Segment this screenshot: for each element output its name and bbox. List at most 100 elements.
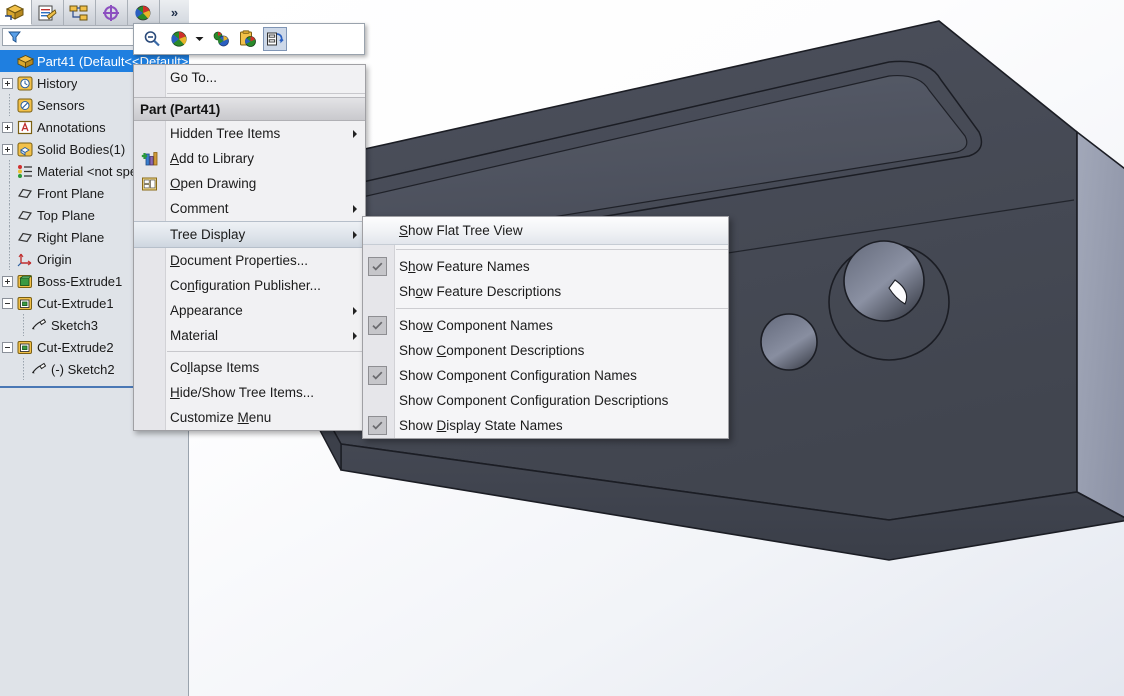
history-clock-icon (16, 75, 34, 91)
filter-funnel-icon (6, 30, 22, 44)
appearance-dropdown-arrow[interactable] (194, 28, 205, 50)
feature-manager-tab[interactable] (0, 0, 32, 25)
open-drawing-icon (140, 175, 158, 193)
tree-collapse-toggle[interactable] (2, 341, 13, 353)
menu-item-label: Document Properties... (170, 253, 309, 268)
tree-item-label: Top Plane (37, 207, 95, 223)
menu-header-label: Part (Part41) (140, 101, 221, 117)
tree-expand-toggle[interactable] (2, 275, 13, 287)
menu-item-customize-menu[interactable]: Customize Menu (134, 405, 365, 430)
small-spheres-icon (213, 31, 229, 47)
tree-connector (2, 204, 16, 226)
checkbox-checked[interactable] (368, 416, 387, 435)
solid-bodies-icon (16, 141, 34, 157)
menu-item-comment[interactable]: Comment (134, 196, 365, 221)
tree-item-label: Sketch3 (51, 317, 98, 333)
tree-item-label: Solid Bodies(1) (37, 141, 126, 157)
submenu-separator (396, 249, 728, 250)
magnifier-minus-icon (144, 31, 160, 47)
cut-extrude-icon (16, 295, 34, 311)
tree-item-label: Front Plane (37, 185, 105, 201)
rollback-button[interactable] (263, 27, 287, 51)
menu-header-part: Part (Part41) (134, 97, 365, 121)
appearance-button[interactable] (167, 27, 191, 51)
dimxpert-manager-tab[interactable] (95, 0, 128, 25)
tree-connector (2, 160, 16, 182)
submenu-item-show-component-descriptions[interactable]: Show Component Descriptions (363, 338, 728, 363)
menu-item-label: Go To... (170, 70, 218, 85)
submenu-item-show-component-configuration-names[interactable]: Show Component Configuration Names (363, 363, 728, 388)
tree-expand-toggle[interactable] (2, 121, 13, 133)
submenu-item-label: Show Feature Descriptions (399, 284, 562, 299)
menu-item-label: Customize Menu (170, 410, 272, 425)
rollback-arrow-icon (267, 32, 284, 46)
checkbox-checked[interactable] (368, 366, 387, 385)
material-icon (16, 163, 34, 179)
tree-expand-toggle[interactable] (2, 143, 13, 155)
tree-expand-toggle[interactable] (2, 77, 13, 89)
menu-item-material[interactable]: Material (134, 323, 365, 348)
submenu-item-show-flat-tree-view[interactable]: Show Flat Tree View (363, 217, 728, 245)
tree-connector (2, 226, 16, 248)
boss-extrude-icon (16, 273, 34, 289)
submenu-item-label: Show Feature Names (399, 259, 530, 274)
sensors-icon (16, 97, 34, 113)
sketch-icon (30, 317, 48, 333)
zoom-to-selection-button[interactable] (140, 27, 164, 51)
feature-context-menu: Go To... Part (Part41) Hidden Tree Items… (133, 64, 366, 431)
tab-overflow-chevron[interactable]: » (159, 0, 189, 25)
submenu-item-show-feature-descriptions[interactable]: Show Feature Descriptions (363, 279, 728, 304)
property-manager-tab[interactable] (31, 0, 64, 25)
part-icon (16, 53, 34, 69)
menu-item-label: Collapse Items (170, 360, 260, 375)
cut-extrude-icon (16, 339, 34, 355)
submenu-arrow-icon (353, 204, 357, 213)
tree-connector (2, 94, 16, 116)
checkbox-checked[interactable] (368, 316, 387, 335)
menu-item-hidden-tree-items[interactable]: Hidden Tree Items (134, 121, 365, 146)
submenu-arrow-icon (353, 306, 357, 315)
menu-item-label: Hide/Show Tree Items... (170, 385, 315, 400)
menu-item-tree-display[interactable]: Tree Display (134, 221, 365, 248)
tree-connector (2, 248, 16, 270)
plane-icon (16, 185, 34, 201)
menu-item-add-to-library[interactable]: Add to Library (134, 146, 365, 171)
submenu-item-show-component-configuration-descriptions[interactable]: Show Component Configuration Description… (363, 388, 728, 413)
submenu-separator (396, 308, 728, 309)
model-hole-small-right (760, 313, 818, 371)
submenu-item-label: Show Component Configuration Names (399, 368, 637, 383)
submenu-arrow-icon (353, 230, 357, 239)
color-sphere-icon (171, 31, 187, 47)
display-manager-tab[interactable] (127, 0, 160, 25)
menu-item-go-to[interactable]: Go To... (134, 65, 365, 90)
checkbox-checked[interactable] (368, 257, 387, 276)
configuration-icon (69, 5, 88, 20)
menu-item-open-drawing[interactable]: Open Drawing (134, 171, 365, 196)
change-transparency-button[interactable] (236, 27, 260, 51)
annotations-icon (16, 119, 34, 135)
sketch-icon (30, 361, 48, 377)
tree-item-label: Right Plane (37, 229, 105, 245)
clipboard-sphere-icon (240, 30, 256, 47)
menu-item-appearance[interactable]: Appearance (134, 298, 365, 323)
menu-item-document-properties[interactable]: Document Properties... (134, 248, 365, 273)
menu-item-hide-show-tree-items[interactable]: Hide/Show Tree Items... (134, 380, 365, 405)
display-palette-icon (135, 5, 151, 20)
tree-connector (16, 358, 30, 380)
tree-item-label: Sensors (37, 97, 85, 113)
menu-item-configuration-publisher[interactable]: Configuration Publisher... (134, 273, 365, 298)
solidworks-window: » Part41 (Default<<Default> History Sens… (0, 0, 1124, 696)
submenu-item-show-display-state-names[interactable]: Show Display State Names (363, 413, 728, 438)
context-mini-toolbar (133, 23, 365, 55)
submenu-arrow-icon (353, 129, 357, 138)
edit-appearance-button[interactable] (209, 27, 233, 51)
menu-item-label: Configuration Publisher... (170, 278, 321, 293)
submenu-item-show-feature-names[interactable]: Show Feature Names (363, 254, 728, 279)
submenu-item-label: Show Component Descriptions (399, 343, 585, 358)
menu-item-collapse-items[interactable]: Collapse Items (134, 355, 365, 380)
plane-icon (16, 229, 34, 245)
submenu-item-show-component-names[interactable]: Show Component Names (363, 313, 728, 338)
tree-collapse-toggle[interactable] (2, 297, 13, 309)
tree-item-label: History (37, 75, 78, 91)
configuration-manager-tab[interactable] (63, 0, 96, 25)
